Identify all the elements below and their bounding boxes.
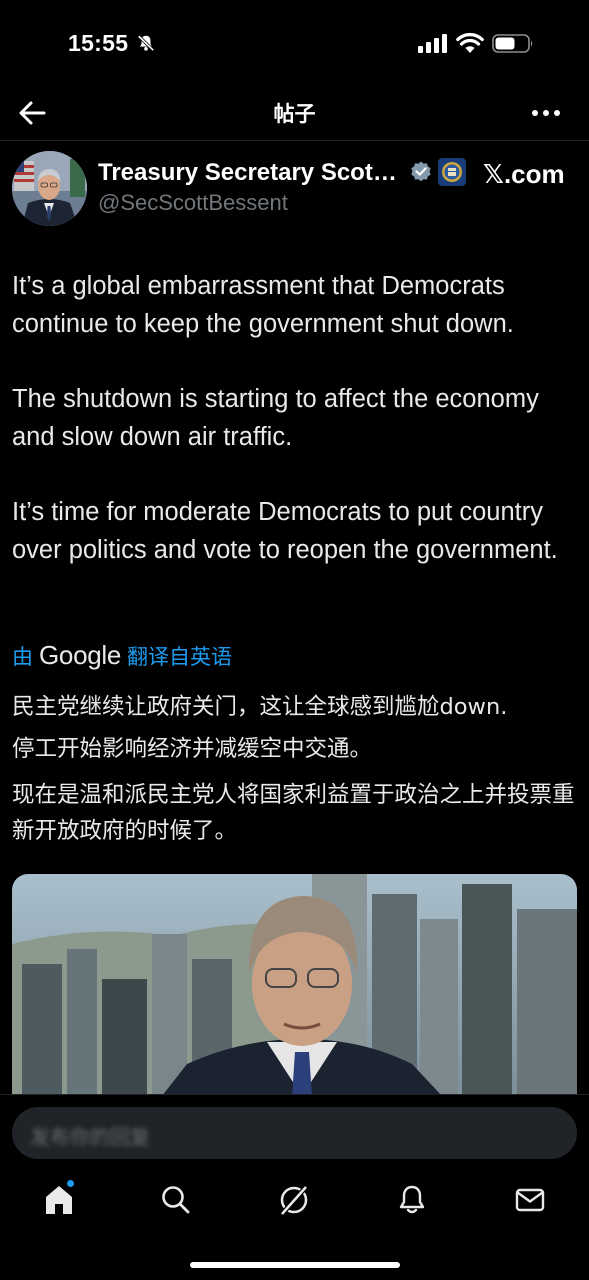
more-options-icon[interactable] <box>528 100 564 126</box>
home-indicator <box>190 1262 400 1268</box>
reply-input[interactable]: 发布你的回复 <box>12 1107 577 1159</box>
google-logo-text: Google <box>39 640 122 670</box>
avatar[interactable] <box>12 151 87 226</box>
tweet-paragraph: It’s time for moderate Democrats to put … <box>12 498 558 564</box>
tweet-paragraph: It’s a global embarrassment that Democra… <box>12 272 514 338</box>
verified-badge-icon <box>411 161 431 182</box>
status-bar: 15:55 <box>0 0 589 88</box>
author-handle[interactable]: @SecScottBessent <box>98 190 288 216</box>
tweet-paragraph: The shutdown is starting to affect the e… <box>12 385 539 451</box>
video-media[interactable] <box>12 874 577 1096</box>
messages-icon[interactable] <box>513 1183 547 1217</box>
page-title: 帖子 <box>273 102 316 126</box>
bell-off-icon <box>137 35 155 52</box>
notifications-icon[interactable] <box>395 1183 429 1217</box>
search-icon[interactable] <box>159 1183 193 1217</box>
grok-icon[interactable] <box>277 1183 311 1217</box>
translation-prefix: 由 <box>12 644 33 669</box>
author-name[interactable]: Treasury Secretary Scot… <box>98 159 408 187</box>
battery-icon <box>492 34 533 53</box>
translation-attribution[interactable]: 由 Google 翻译自英语 <box>12 640 232 671</box>
status-time: 15:55 <box>68 30 129 56</box>
translated-line: 现在是温和派民主党人将国家利益置于政治之上并投票重新开放政府的时候了。 <box>12 782 575 844</box>
post-header: 帖子 <box>0 88 589 136</box>
home-notification-dot <box>67 1180 74 1187</box>
translated-line: 停工开始影响经济并减缓空中交通。 <box>12 736 373 762</box>
translated-line: 民主党继续让政府关门，这让全球感到尴尬down. <box>12 694 508 720</box>
reply-placeholder: 发布你的回复 <box>30 1127 150 1149</box>
wifi-icon <box>456 32 484 53</box>
header-divider <box>0 140 589 141</box>
government-affiliation-badge-icon <box>438 158 466 186</box>
signal-icon <box>418 34 447 53</box>
source-badge[interactable]: 𝕏.com <box>483 159 565 190</box>
home-icon[interactable] <box>42 1183 76 1217</box>
translation-suffix: 翻译自英语 <box>127 644 233 669</box>
